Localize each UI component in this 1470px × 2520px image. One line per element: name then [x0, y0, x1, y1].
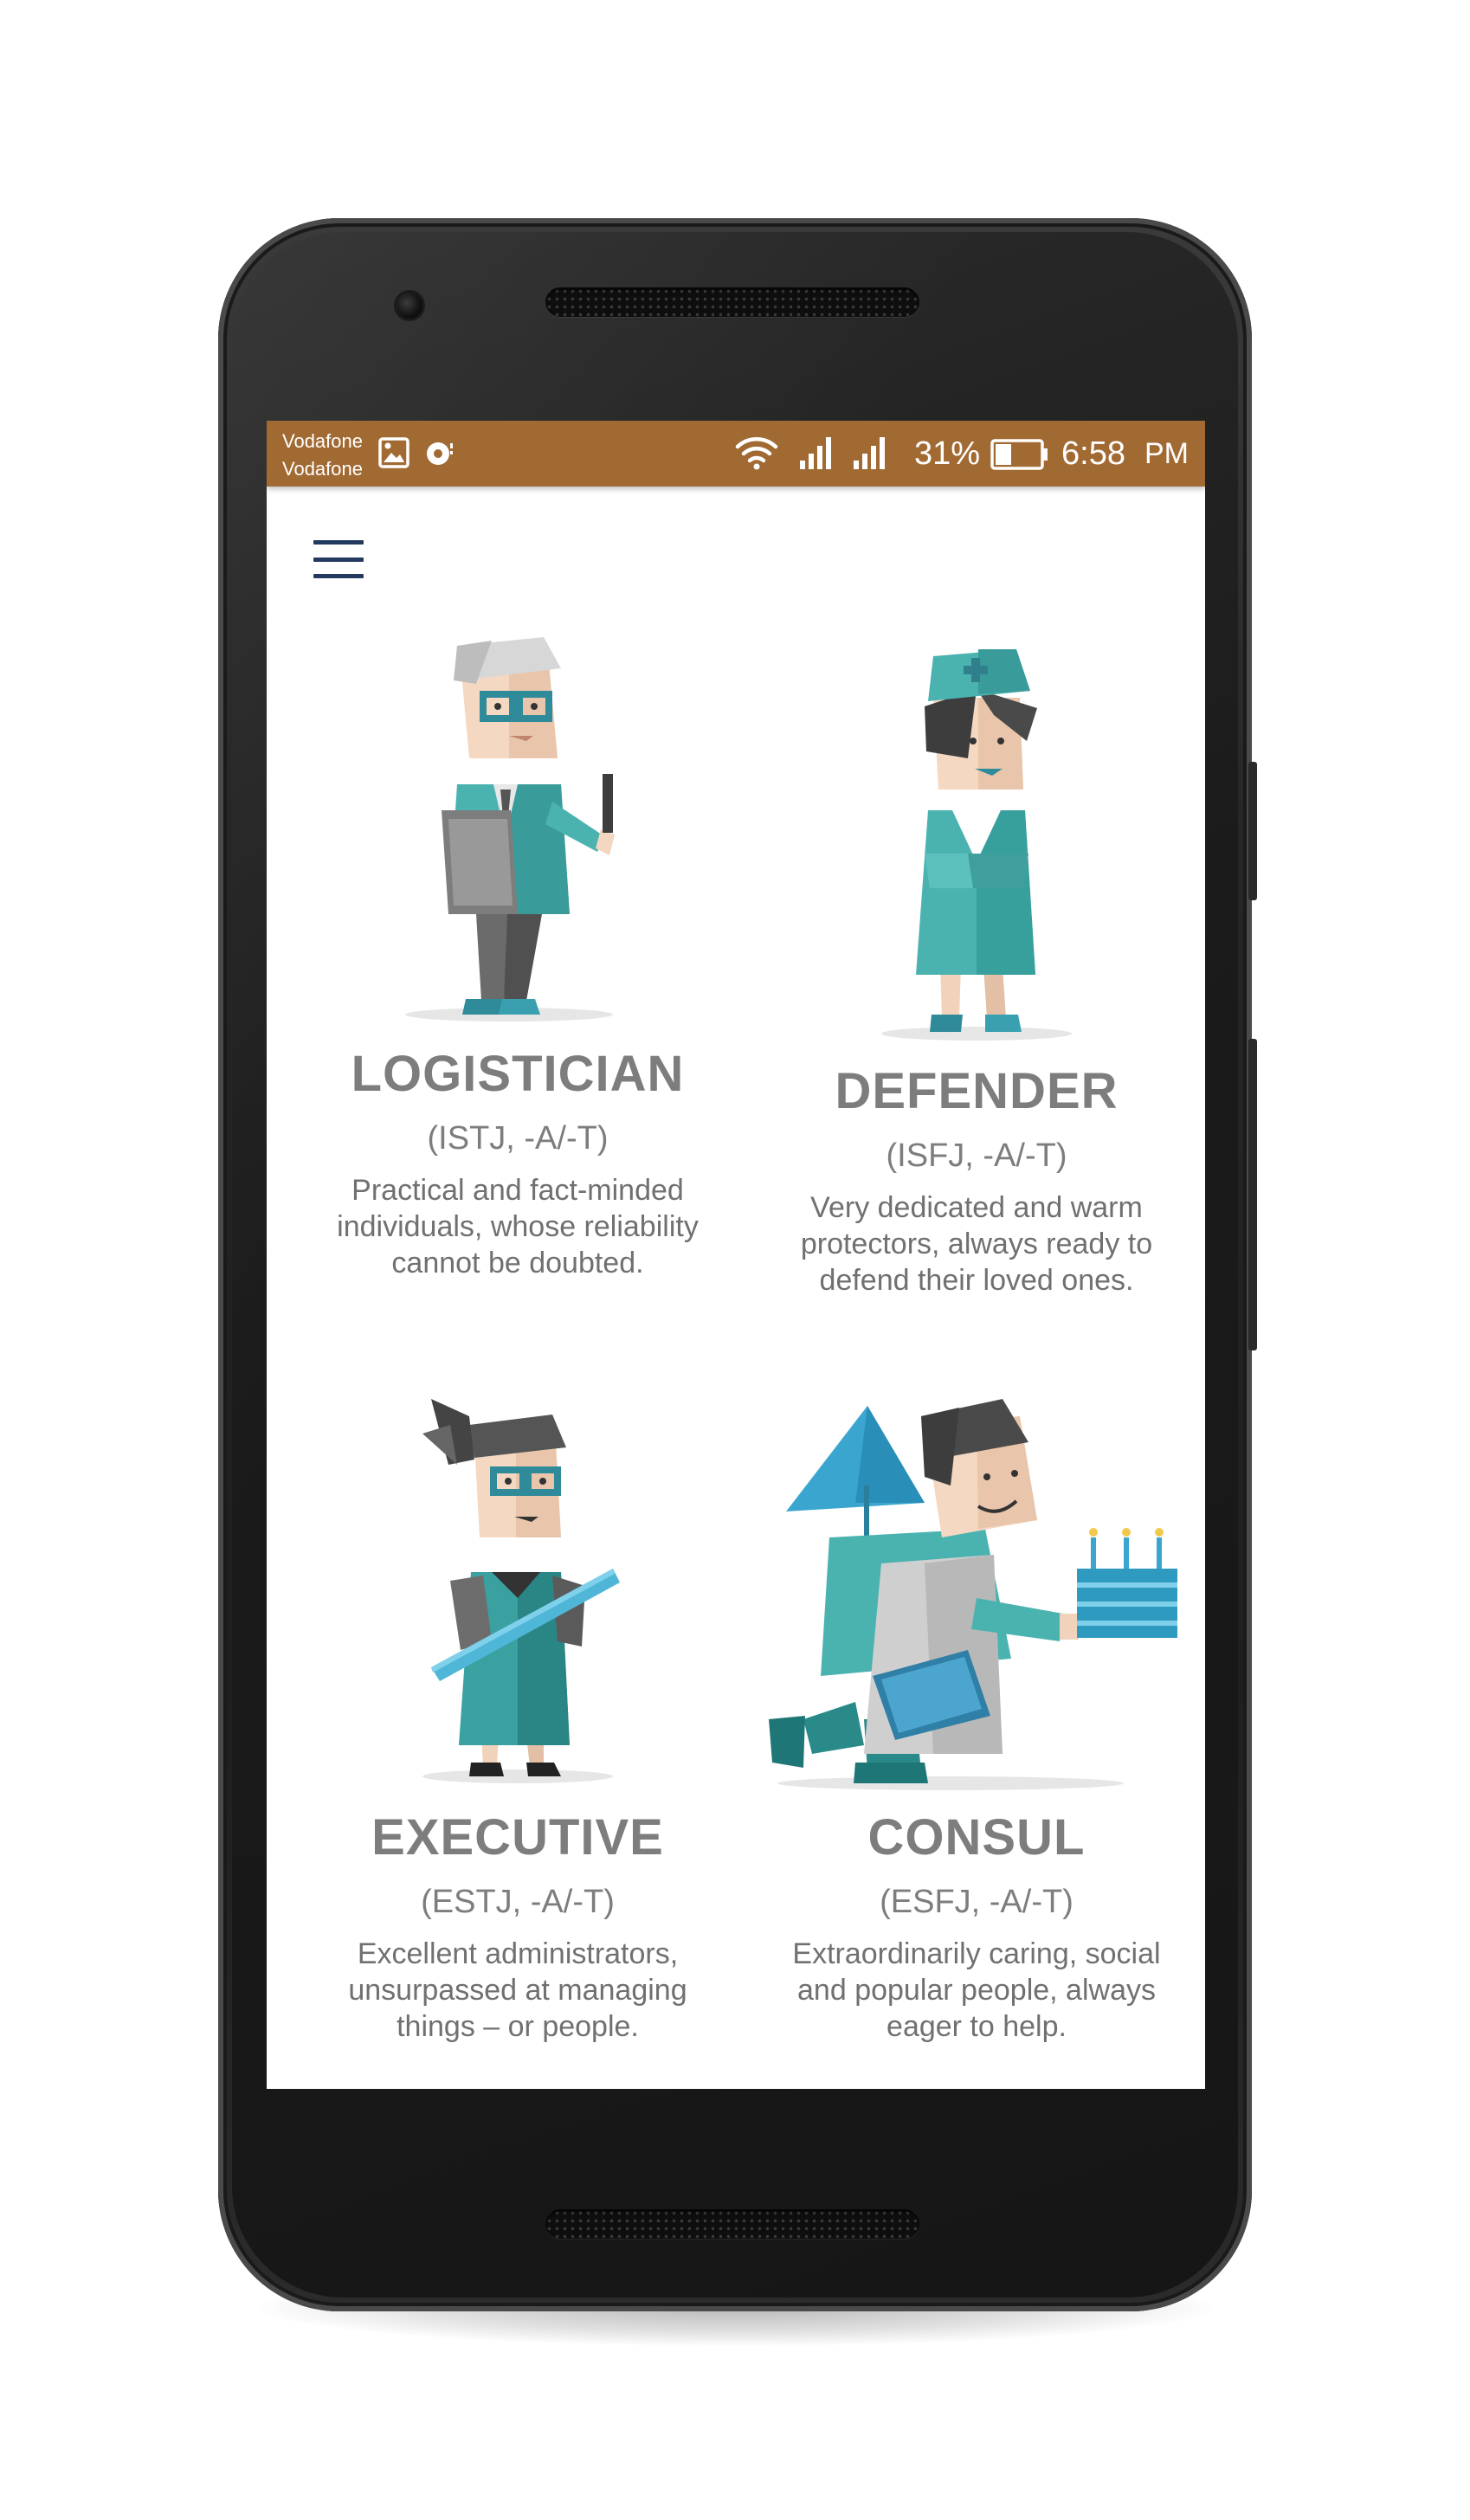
personality-code: (ESFJ, -A/-T): [880, 1884, 1073, 1920]
personality-card-executive[interactable]: EXECUTIVE (ESTJ, -A/-T) Excellent admini…: [293, 1390, 743, 2089]
battery-icon: [990, 438, 1049, 475]
top-speaker: [545, 287, 919, 317]
carrier-labels: Vodafone Vodafone: [282, 428, 363, 483]
wifi-icon: [734, 435, 779, 475]
personality-code: (ISFJ, -A/-T): [886, 1138, 1067, 1174]
personality-name: CONSUL: [867, 1809, 1086, 1866]
personality-description: Extraordinarily caring, social and popul…: [792, 1937, 1161, 2043]
carrier-2: Vodafone: [282, 458, 363, 480]
personality-card-consul[interactable]: CONSUL (ESFJ, -A/-T) Extraordinarily car…: [751, 1390, 1202, 2089]
signal-icon-1: [798, 435, 838, 475]
app-screen: Vodafone Vodafone 31% 6:58 PM LOGISTICIA…: [267, 421, 1205, 2089]
defender-figure: [881, 649, 1072, 1041]
volume-button: [1248, 1039, 1257, 1350]
carrier-1: Vodafone: [282, 430, 363, 452]
consul-figure: [769, 1399, 1177, 1790]
personality-name: DEFENDER: [835, 1063, 1119, 1119]
menu-line: [313, 540, 364, 545]
data-notification-icon: [422, 436, 457, 474]
personality-description: Excellent administrators, unsurpassed at…: [348, 1937, 687, 2043]
bottom-speaker: [545, 2209, 919, 2239]
power-button: [1248, 762, 1257, 900]
hamburger-menu-icon[interactable]: [313, 540, 364, 578]
personality-code: (ESTJ, -A/-T): [421, 1884, 615, 1920]
personality-name: LOGISTICIAN: [351, 1046, 685, 1102]
status-bar: Vodafone Vodafone 31% 6:58 PM: [267, 421, 1205, 487]
menu-line: [313, 574, 364, 578]
personality-name: EXECUTIVE: [371, 1809, 664, 1866]
personality-card-defender[interactable]: DEFENDER (ISFJ, -A/-T) Very dedicated an…: [751, 628, 1202, 1373]
clock-time: 6:58: [1061, 435, 1125, 472]
logistician-figure: [405, 637, 615, 1022]
clock-ampm: PM: [1144, 437, 1189, 470]
front-camera: [397, 293, 422, 319]
personality-card-logistician[interactable]: LOGISTICIAN (ISTJ, -A/-T) Practical and …: [293, 628, 743, 1373]
executive-figure: [422, 1399, 620, 1783]
personality-description: Practical and fact-minded individuals, w…: [337, 1174, 699, 1279]
menu-line: [313, 557, 364, 562]
personality-description: Very dedicated and warm protectors, alwa…: [800, 1191, 1153, 1297]
battery-percent: 31%: [914, 435, 981, 472]
signal-icon-2: [852, 435, 892, 475]
personality-code: (ISTJ, -A/-T): [427, 1120, 609, 1157]
image-notification-icon: [377, 436, 410, 474]
